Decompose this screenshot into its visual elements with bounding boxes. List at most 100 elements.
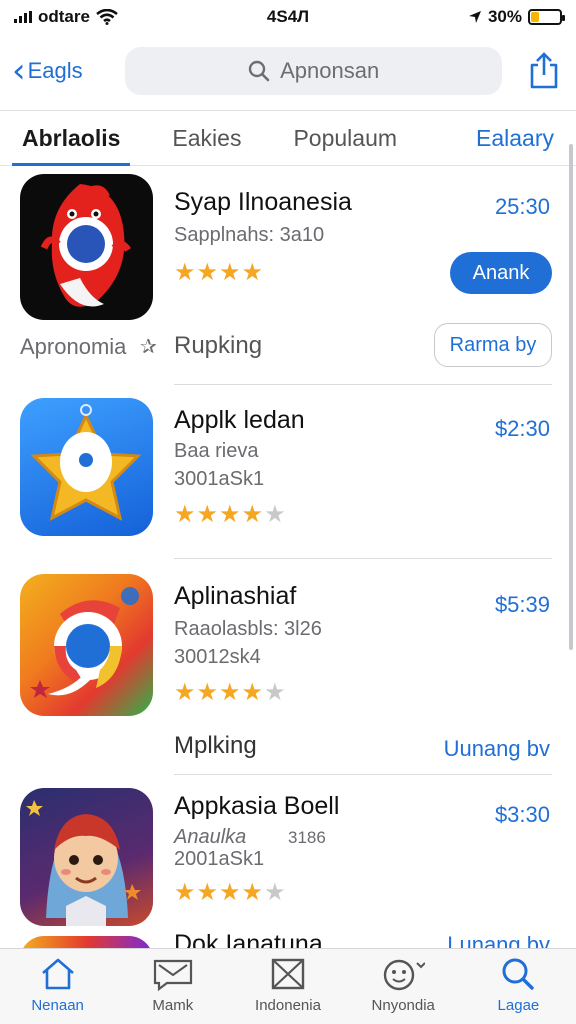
tabbar-item-home[interactable]: Nenaan: [0, 949, 115, 1024]
tabbar-label: Nenaan: [31, 997, 84, 1014]
tabbar-item-nnyondia[interactable]: Nnyondia: [346, 949, 461, 1024]
developer-label: Apronomia: [20, 334, 127, 359]
character-app-icon: [20, 788, 153, 926]
star-icon: ★: [219, 678, 242, 706]
divider: [174, 558, 552, 559]
carrier-name: odtare: [38, 7, 90, 26]
tab-bar: Nenaan Mamk Indonenia Nnyondia Lagae: [0, 948, 576, 1024]
tabbar-item-mamk[interactable]: Mamk: [115, 949, 230, 1024]
app-price: $3:30: [494, 802, 550, 827]
signal-icon: [14, 11, 32, 23]
star-icon: ★: [174, 678, 197, 706]
star-icon: ★: [241, 678, 265, 706]
back-label: Eagls: [27, 58, 83, 83]
star-icon: ★: [196, 678, 220, 706]
app-subtitle: Sapplnahs: 3a10: [174, 224, 325, 246]
app-title: Appkasia Boell: [174, 792, 340, 820]
scrollbar[interactable]: [569, 144, 573, 650]
app-subtitle-2: 30012sk4: [174, 646, 261, 668]
star-icon: ★: [241, 878, 265, 906]
tabbar-label: Lagae: [497, 997, 540, 1014]
battery-icon: [528, 9, 565, 25]
mail-icon: [271, 958, 305, 990]
list-item[interactable]: Appkasia Boell Anaulka 3186 2001aSk1 ★★★…: [0, 784, 566, 934]
location-icon: [468, 11, 481, 23]
app-price: 25:30: [494, 194, 550, 219]
tabbar-label: Indonenia: [255, 997, 321, 1014]
tabbar-label: Mamk: [152, 997, 194, 1014]
rating-stars: ★★★★★: [174, 878, 287, 906]
message-icon: [153, 959, 192, 991]
back-button[interactable]: ‹ Eagls: [12, 54, 111, 88]
star-icon: ★: [241, 500, 265, 528]
star-icon: ★: [219, 500, 242, 528]
search-icon: [248, 60, 270, 82]
list-item[interactable]: Aplinashiaf Raaolasbls: 3l26 30012sk4 ★★…: [0, 570, 566, 800]
face-icon: [384, 959, 426, 991]
home-icon: [41, 958, 74, 990]
star-icon: ★: [196, 258, 220, 286]
rating-stars: ★★★★★: [174, 500, 287, 528]
section-link[interactable]: Lunang bv: [447, 932, 550, 948]
app-title: Applk ledan: [174, 406, 305, 434]
share-button[interactable]: [524, 49, 564, 93]
list-item[interactable]: Applk ledan Baa rieva 3001aSk1 ★★★★★ $2:…: [0, 394, 566, 554]
rating-stars: ★★★★: [174, 258, 264, 286]
chevron-left-icon: ‹: [12, 51, 26, 91]
star-icon: ★: [174, 500, 197, 528]
star-icon: ★: [264, 878, 287, 906]
tab-ealaary[interactable]: Ealaary: [476, 125, 554, 152]
list-item[interactable]: Dok Ianatuna Lunang bv: [0, 930, 566, 948]
nav-bar: ‹ Eagls Apnonsan: [0, 40, 576, 102]
rating-stars: ★★★★★: [174, 678, 287, 706]
clock: 4S4Л: [266, 7, 310, 26]
app-list: Syap Ilnoanesia Sapplnahs: 3a10 ★★★★ 25:…: [0, 166, 566, 948]
app-subtitle-extra: 3186: [288, 828, 326, 847]
search-placeholder: Apnonsan: [280, 58, 380, 83]
colorful-app-icon: [20, 936, 153, 948]
app-price: $2:30: [494, 416, 550, 441]
app-price: $5:39: [494, 592, 550, 617]
app-title: Aplinashiaf: [174, 582, 297, 610]
app-subtitle-2: 2001aSk1: [174, 848, 265, 870]
tab-eakies[interactable]: Eakies: [172, 125, 241, 152]
status-bar: odtare 4S4Л 30%: [0, 0, 576, 34]
app-subtitle: Anaulka: [174, 826, 247, 848]
star-icon: ★: [174, 878, 197, 906]
red-mascot-app-icon: [20, 174, 153, 320]
app-subtitle-2: 3001aSk1: [174, 468, 265, 490]
tab-abrlaolis[interactable]: Abrlaolis: [11, 125, 131, 166]
star-icon: ★: [241, 258, 265, 286]
app-title: Dok Ianatuna: [174, 930, 323, 948]
section-label: Rupking: [174, 332, 263, 359]
search-field[interactable]: Apnonsan: [124, 47, 503, 95]
star-app-icon: [20, 398, 153, 536]
star-icon: ★: [174, 258, 197, 286]
battery-percent: 30%: [487, 7, 522, 26]
app-title: Syap Ilnoanesia: [174, 188, 352, 216]
star-small-icon: ✰: [140, 336, 157, 358]
chrome-like-app-icon: [20, 574, 153, 716]
divider: [174, 774, 552, 775]
rank-button[interactable]: Rarma by: [434, 323, 552, 367]
app-subtitle: Raaolasbls: 3l26: [174, 618, 322, 640]
app-subtitle: Baa rieva: [174, 440, 259, 462]
wifi-icon: [96, 9, 118, 25]
star-icon: ★: [196, 878, 220, 906]
star-icon: ★: [196, 500, 220, 528]
star-icon: ★: [219, 878, 242, 906]
tab-populaum[interactable]: Populaum: [293, 125, 397, 152]
list-item[interactable]: Syap Ilnoanesia Sapplnahs: 3a10 ★★★★ 25:…: [0, 166, 566, 376]
star-icon: ★: [219, 258, 242, 286]
tabbar-label: Nnyondia: [371, 997, 435, 1014]
get-button[interactable]: Anank: [450, 252, 552, 294]
tabbar-item-indonenia[interactable]: Indonenia: [230, 949, 345, 1024]
segment-tabs: Abrlaolis Eakies Populaum Ealaary: [0, 110, 576, 166]
search-icon: [502, 958, 535, 990]
star-icon: ★: [264, 500, 287, 528]
share-icon: [530, 52, 558, 89]
divider: [174, 384, 552, 385]
section-link[interactable]: Uunang bv: [444, 736, 550, 762]
section-label: Mplking: [174, 732, 257, 759]
tabbar-item-lagae[interactable]: Lagae: [461, 949, 576, 1024]
